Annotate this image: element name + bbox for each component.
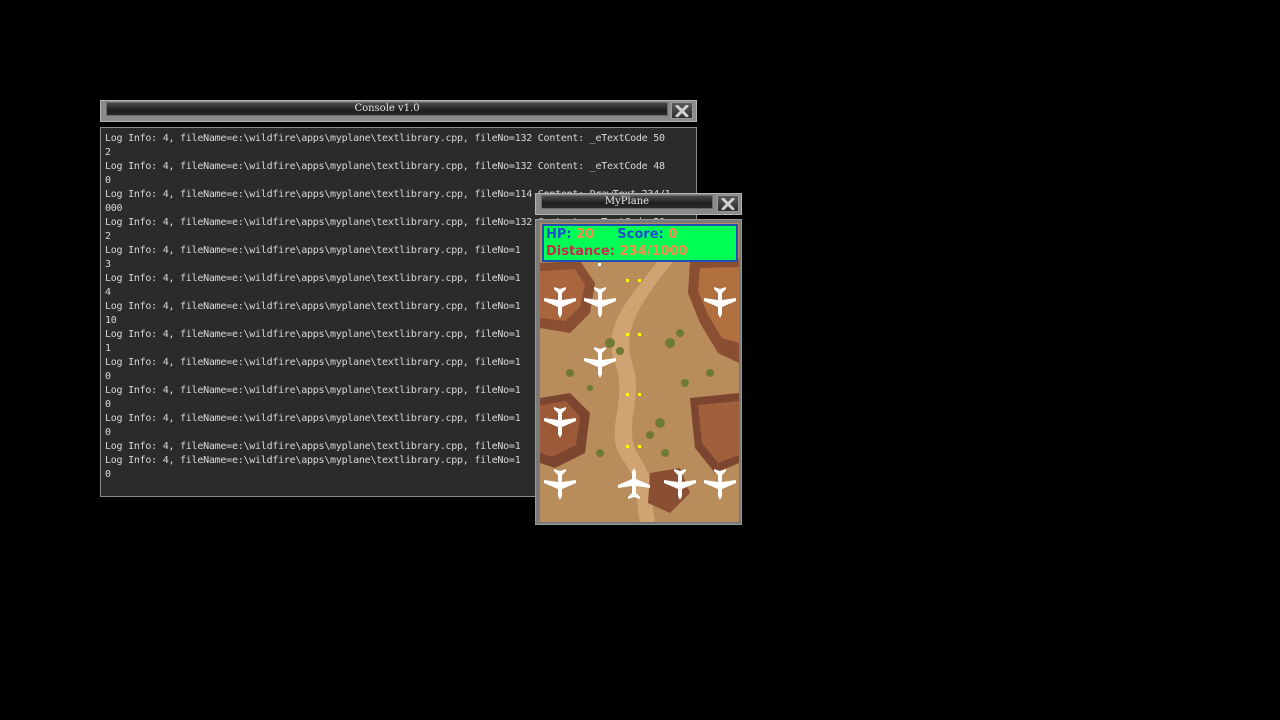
- game-titlebar[interactable]: MyPlane: [535, 193, 742, 215]
- myplane-window[interactable]: MyPlane HP: 20 Score: 0 Distance: 234/10…: [535, 193, 742, 525]
- hud-row-top: HP: 20 Score: 0: [546, 226, 736, 243]
- enemy-planes: [544, 263, 736, 500]
- game-frame: HP: 20 Score: 0 Distance: 234/1000: [535, 219, 742, 525]
- console-titlebar[interactable]: Console v1.0: [100, 100, 697, 122]
- bullets: [626, 279, 641, 448]
- enemy-plane: [664, 469, 696, 500]
- distance-label: Distance:: [546, 244, 615, 259]
- player-plane: [618, 468, 650, 499]
- enemy-plane: [544, 287, 576, 318]
- console-close-button[interactable]: [671, 102, 693, 119]
- enemy-plane: [704, 287, 736, 318]
- enemy-plane: [544, 469, 576, 500]
- hp-value: 20: [576, 227, 595, 242]
- log-line: Log Info: 4, fileName=e:\wildfire\apps\m…: [105, 133, 665, 158]
- hud-row-bottom: Distance: 234/1000: [546, 243, 736, 260]
- log-line: Log Info: 4, fileName=e:\wildfire\apps\m…: [105, 161, 665, 186]
- game-hud: HP: 20 Score: 0 Distance: 234/1000: [542, 224, 738, 262]
- enemy-plane: [544, 407, 576, 438]
- game-title: MyPlane: [541, 195, 713, 209]
- close-icon: [721, 197, 735, 210]
- game-close-button[interactable]: [717, 195, 739, 212]
- enemy-plane: [584, 347, 616, 378]
- enemy-plane: [584, 287, 616, 318]
- close-icon: [675, 104, 689, 117]
- game-playfield[interactable]: HP: 20 Score: 0 Distance: 234/1000: [540, 223, 739, 522]
- distance-value: 234/1000: [619, 244, 688, 259]
- enemy-plane: [704, 469, 736, 500]
- hp-label: HP:: [546, 227, 572, 242]
- console-title: Console v1.0: [106, 102, 668, 116]
- score-value: 0: [668, 227, 678, 242]
- score-label: Score:: [617, 227, 664, 242]
